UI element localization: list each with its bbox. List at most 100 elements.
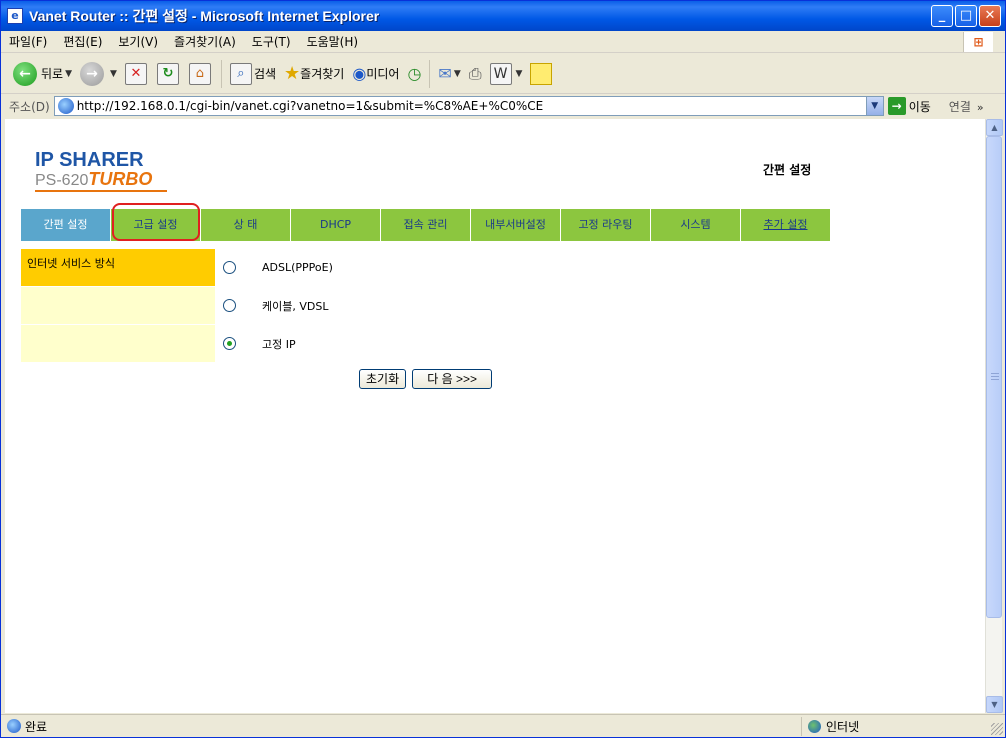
tab-internal-server[interactable]: 내부서버설정 xyxy=(471,209,561,241)
note-icon xyxy=(530,62,553,85)
option-adsl-label[interactable]: ADSL(PPPoE) xyxy=(262,261,333,274)
stop-button[interactable]: ✕ xyxy=(121,58,153,90)
favorites-button[interactable]: ★ 즐겨찾기 xyxy=(280,58,348,90)
option-static-ip-label[interactable]: 고정 IP xyxy=(262,336,296,352)
toolbar-separator xyxy=(429,59,431,88)
window-title: Vanet Router :: 간편 설정 - Microsoft Intern… xyxy=(29,8,380,24)
window-controls: _ □ ✕ xyxy=(931,5,1001,27)
links-button[interactable]: 연결 » xyxy=(949,98,984,115)
tab-additional-setup[interactable]: 추가 설정 xyxy=(741,209,831,241)
vertical-scrollbar[interactable]: ▲ ▼ xyxy=(985,119,1003,713)
edit-button[interactable]: W ▼ xyxy=(486,58,527,90)
resize-grip[interactable] xyxy=(991,723,1003,735)
forward-dropdown-icon[interactable]: ▼ xyxy=(110,69,117,79)
menu-view[interactable]: 보기(V) xyxy=(110,33,166,50)
empty-label-cell xyxy=(21,287,215,324)
logo-turbo: TURBO xyxy=(88,169,153,189)
empty-label-cell xyxy=(21,325,215,362)
menu-tools[interactable]: 도구(T) xyxy=(244,33,299,50)
scroll-down-icon[interactable]: ▼ xyxy=(986,696,1003,713)
favorites-label: 즐겨찾기 xyxy=(300,67,345,81)
scroll-thumb[interactable] xyxy=(986,136,1002,618)
back-arrow-icon: ← xyxy=(13,61,37,86)
scroll-up-icon[interactable]: ▲ xyxy=(986,119,1003,136)
tab-advanced-setup[interactable]: 고급 설정 xyxy=(111,203,201,241)
logo-model: PS-620 xyxy=(35,172,89,189)
refresh-icon: ↻ xyxy=(156,62,179,85)
tab-easy-setup[interactable]: 간편 설정 xyxy=(21,209,111,241)
status-bar: 완료 인터넷 xyxy=(1,714,1005,737)
menu-edit[interactable]: 편집(E) xyxy=(55,33,110,50)
reset-button[interactable]: 초기화 xyxy=(359,369,407,389)
zone-text: 인터넷 xyxy=(826,720,860,734)
browser-window: e Vanet Router :: 간편 설정 - Microsoft Inte… xyxy=(0,0,1006,738)
page-icon xyxy=(57,98,74,114)
internet-service-form: 인터넷 서비스 방식 ADSL(PPPoE) 케이블, VDSL 고정 IP xyxy=(21,249,581,363)
home-button[interactable]: ⌂ xyxy=(185,58,217,90)
title-bar: e Vanet Router :: 간편 설정 - Microsoft Inte… xyxy=(1,1,1005,31)
menu-bar: 파일(F) 편집(E) 보기(V) 즐겨찾기(A) 도구(T) 도움말(H) ⊞ xyxy=(1,31,1005,53)
print-button[interactable]: ⎙ xyxy=(465,58,486,90)
page-title: 간편 설정 xyxy=(763,163,812,177)
minimize-button[interactable]: _ xyxy=(931,5,953,27)
search-icon: ⌕ xyxy=(229,62,252,85)
home-icon: ⌂ xyxy=(188,62,211,85)
menu-file[interactable]: 파일(F) xyxy=(1,33,55,50)
mail-icon: ✉ xyxy=(438,64,452,83)
stop-icon: ✕ xyxy=(124,62,147,85)
address-label: 주소(D) xyxy=(9,99,50,114)
address-dropdown-icon[interactable]: ▼ xyxy=(865,97,883,115)
media-button[interactable]: ◉ 미디어 xyxy=(348,58,403,90)
links-label: 연결 xyxy=(948,99,971,114)
radio-cable-vdsl[interactable] xyxy=(223,299,236,312)
edit-dropdown-icon[interactable]: ▼ xyxy=(516,69,523,79)
search-button[interactable]: ⌕ 검색 xyxy=(226,58,280,90)
menu-favorites[interactable]: 즐겨찾기(A) xyxy=(166,33,244,50)
radio-static-ip[interactable] xyxy=(223,337,236,350)
page-done-icon xyxy=(7,719,21,733)
tab-static-routing[interactable]: 고정 라우팅 xyxy=(561,209,651,241)
mail-dropdown-icon[interactable]: ▼ xyxy=(454,69,461,79)
address-url[interactable]: http://192.168.0.1/cgi-bin/vanet.cgi?van… xyxy=(77,99,544,113)
go-button[interactable]: → 이동 xyxy=(887,97,931,115)
media-label: 미디어 xyxy=(366,67,400,81)
back-label: 뒤로 xyxy=(41,67,64,81)
tab-status[interactable]: 상 태 xyxy=(201,209,291,241)
address-input[interactable]: http://192.168.0.1/cgi-bin/vanet.cgi?van… xyxy=(53,96,884,116)
menu-help[interactable]: 도움말(H) xyxy=(299,33,367,50)
forward-arrow-icon: → xyxy=(80,61,105,86)
links-chevron-icon: » xyxy=(976,100,984,114)
logo-model-line: PS-620TURBO xyxy=(35,169,205,190)
tab-system[interactable]: 시스템 xyxy=(651,209,741,241)
discuss-button[interactable] xyxy=(526,58,556,90)
close-button[interactable]: ✕ xyxy=(979,5,1001,27)
ie-app-icon[interactable]: e xyxy=(7,8,23,24)
maximize-button[interactable]: □ xyxy=(955,5,977,27)
page-content: IP SHARER PS-620TURBO 간편 설정 간편 설정 고급 설정 … xyxy=(5,119,985,713)
highlight-ring xyxy=(112,203,200,241)
back-button[interactable]: ← 뒤로 ▼ xyxy=(9,58,76,90)
tab-access-control[interactable]: 접속 관리 xyxy=(381,209,471,241)
toolbar-separator xyxy=(220,59,222,88)
security-zone: 인터넷 xyxy=(801,717,981,736)
service-type-label: 인터넷 서비스 방식 xyxy=(21,249,215,286)
windows-logo-icon: ⊞ xyxy=(963,32,993,52)
address-bar: 주소(D) http://192.168.0.1/cgi-bin/vanet.c… xyxy=(1,95,1005,117)
next-button[interactable]: 다 음 >>> xyxy=(412,369,493,389)
back-dropdown-icon[interactable]: ▼ xyxy=(65,69,72,79)
tab-dhcp[interactable]: DHCP xyxy=(291,209,381,241)
radio-adsl[interactable] xyxy=(223,261,236,274)
go-label: 이동 xyxy=(908,99,931,114)
history-button[interactable]: ◷ xyxy=(403,58,425,90)
internet-zone-icon xyxy=(808,720,821,733)
standard-toolbar: ← 뒤로 ▼ → ▼ ✕ ↻ ⌂ ⌕ 검색 ★ 즐겨찾기 ◉ 미디어 ◷ ✉ ▼… xyxy=(1,54,1005,94)
option-cable-label[interactable]: 케이블, VDSL xyxy=(262,298,328,314)
forward-button[interactable]: → ▼ xyxy=(76,58,121,90)
mail-button[interactable]: ✉ ▼ xyxy=(434,58,464,90)
scroll-grip xyxy=(991,379,999,380)
service-option-row: 고정 IP xyxy=(21,325,581,362)
router-nav-tabs: 간편 설정 고급 설정 상 태 DHCP 접속 관리 내부서버설정 고정 라우팅… xyxy=(21,203,831,241)
refresh-button[interactable]: ↻ xyxy=(153,58,185,90)
scroll-grip xyxy=(991,373,999,374)
go-arrow-icon: → xyxy=(887,97,906,115)
